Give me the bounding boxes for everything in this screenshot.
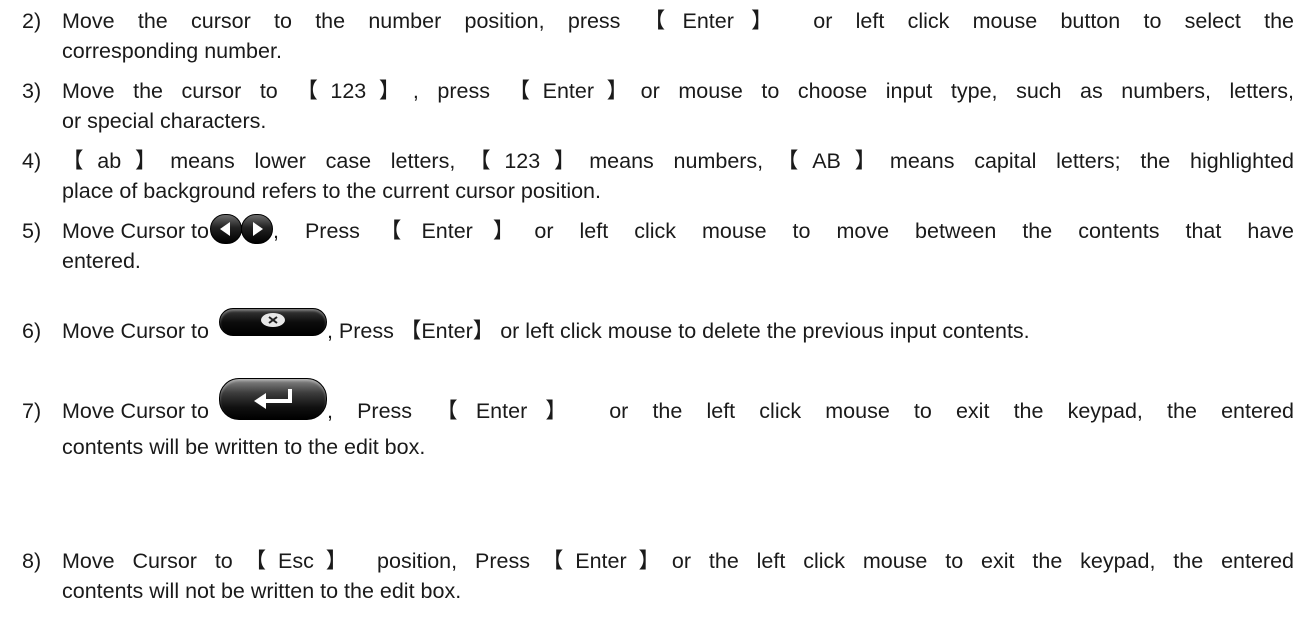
enter-button-icon (218, 378, 327, 428)
item-number: 5) (22, 219, 42, 243)
item-text-line: contents will be written to the edit box… (62, 435, 426, 459)
item-text-line: contents will not be written to the edit… (62, 579, 462, 603)
item-number: 7) (22, 399, 42, 423)
item-text-line: Move the cursor to 【123】, press 【Enter】o… (62, 79, 1294, 103)
item-number: 6) (22, 319, 42, 343)
item-text-segment: , Press【Enter】or left click mouse to mov… (272, 219, 1294, 243)
item-number: 2) (22, 9, 42, 33)
item-text-segment: Move Cursor to (62, 219, 209, 243)
item-text-line: Move the cursor to the number position, … (62, 9, 1294, 33)
item-number: 8) (22, 549, 42, 573)
item-text-line: or special characters. (62, 109, 267, 133)
item-text-line: place of background refers to the curren… (62, 179, 601, 203)
item-number: 3) (22, 79, 42, 103)
item-text-segment: , Press 【Enter】 or the left click mouse … (326, 399, 1294, 423)
item-number: 4) (22, 149, 42, 173)
item-text-line: entered. (62, 249, 141, 273)
item-text-line: corresponding number. (62, 39, 282, 63)
item-text-segment: Move Cursor to (62, 399, 209, 423)
left-right-arrow-buttons-icon (209, 212, 273, 244)
item-text-line: Move Cursor to【Esc】 position, Press【Ente… (62, 549, 1294, 573)
item-text-line: 【ab】means lower case letters,【123】means … (62, 149, 1294, 173)
backspace-button-icon (218, 308, 327, 344)
item-text-segment: Move Cursor to (62, 319, 209, 343)
item-text-segment: , Press 【Enter】 or left click mouse to d… (326, 319, 1030, 343)
